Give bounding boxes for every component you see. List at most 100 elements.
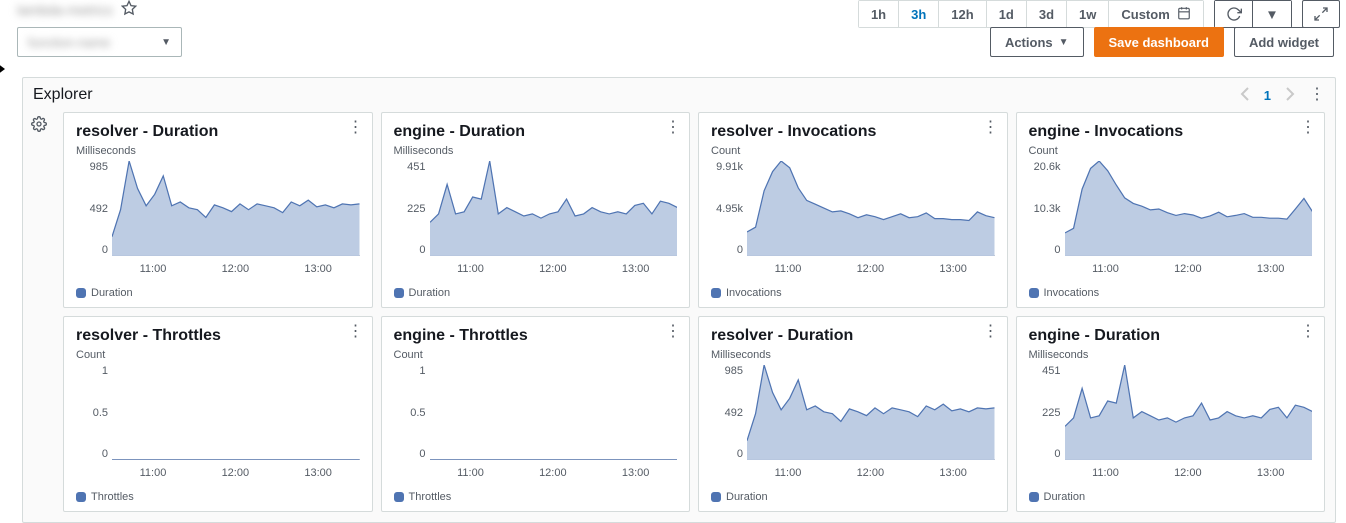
chart-widget: engine - Throttles⋮Count10.5011:0012:001… (381, 316, 691, 512)
gear-icon[interactable] (31, 116, 47, 135)
legend-label: Invocations (1044, 287, 1100, 299)
widget-kebab-icon[interactable]: ⋮ (1300, 327, 1316, 337)
chart-svg (430, 365, 678, 460)
widget-unit: Milliseconds (1029, 349, 1313, 361)
widget-unit: Count (76, 349, 360, 361)
legend-swatch (394, 492, 404, 502)
y-tick: 451 (407, 161, 425, 173)
pager-prev[interactable] (1240, 87, 1250, 104)
caret-down-icon: ▼ (161, 37, 171, 48)
y-tick: 0 (737, 244, 743, 256)
y-axis: 9854920 (76, 161, 112, 256)
x-tick: 12:00 (1174, 467, 1202, 479)
legend-swatch (1029, 288, 1039, 298)
widget-unit: Count (1029, 145, 1313, 157)
explorer-panel: Explorer 1 ⋮ resolver - Duration⋮Millise… (22, 77, 1336, 523)
x-axis: 11:0012:0013:00 (747, 261, 995, 275)
y-tick: 20.6k (1034, 161, 1061, 173)
add-widget-button[interactable]: Add widget (1234, 27, 1334, 57)
y-tick: 492 (725, 407, 743, 419)
plot (1065, 365, 1313, 460)
y-tick: 1 (102, 365, 108, 377)
range-1d[interactable]: 1d (987, 1, 1027, 27)
x-tick: 12:00 (539, 263, 567, 275)
time-range-group: 1h3h12h1d3d1wCustom (858, 0, 1204, 28)
y-tick: 985 (90, 161, 108, 173)
x-tick: 13:00 (304, 263, 332, 275)
y-tick: 0.5 (93, 407, 108, 419)
widget-kebab-icon[interactable]: ⋮ (983, 327, 999, 337)
range-3h[interactable]: 3h (899, 1, 939, 27)
x-tick: 11:00 (1092, 467, 1119, 479)
x-tick: 12:00 (857, 467, 885, 479)
widget-kebab-icon[interactable]: ⋮ (348, 123, 364, 133)
widget-unit: Milliseconds (394, 145, 678, 157)
widget-kebab-icon[interactable]: ⋮ (348, 327, 364, 337)
range-3d[interactable]: 3d (1027, 1, 1067, 27)
x-tick: 12:00 (222, 467, 250, 479)
widget-title: engine - Throttles (394, 327, 678, 345)
legend-label: Throttles (91, 491, 134, 503)
legend: Invocations (1029, 287, 1313, 299)
legend-swatch (76, 288, 86, 298)
x-tick: 12:00 (1174, 263, 1202, 275)
chart-svg (1065, 161, 1313, 256)
y-tick: 492 (90, 203, 108, 215)
chart-svg (430, 161, 678, 256)
controls-row: function-name ▼ Actions ▼ Save dashboard… (0, 27, 1346, 59)
x-tick: 13:00 (622, 467, 650, 479)
chart-area: 4512250 (394, 161, 678, 261)
x-axis: 11:00 12:00 13:00 (1065, 465, 1313, 479)
drag-handle-icon[interactable] (0, 63, 5, 75)
chart-widget: engine - Invocations⋮Count20.6k10.3k011:… (1016, 112, 1326, 308)
y-tick: 0 (419, 448, 425, 460)
top-bar: lambda-metrics 1h3h12h1d3d1wCustom ▼ (0, 0, 1346, 27)
chart-widget: engine - Duration⋮ Milliseconds 4512250 11:… (381, 112, 691, 308)
x-axis: 11:0012:0013:00 (1065, 261, 1313, 275)
calendar-icon (1177, 6, 1191, 23)
x-tick: 13:00 (1257, 467, 1285, 479)
widget-kebab-icon[interactable]: ⋮ (983, 123, 999, 133)
widget-kebab-icon[interactable]: ⋮ (1300, 123, 1316, 133)
range-1w[interactable]: 1w (1067, 1, 1109, 27)
widget-kebab-icon[interactable]: ⋮ (665, 123, 681, 133)
legend-swatch (711, 492, 721, 502)
y-axis: 9854920 (711, 365, 747, 460)
legend-label: Invocations (726, 287, 782, 299)
refresh-dropdown[interactable]: ▼ (1253, 1, 1291, 27)
legend: Duration (76, 287, 360, 299)
x-tick: 11:00 (457, 263, 484, 275)
y-tick: 4.95k (716, 203, 743, 215)
actions-button[interactable]: Actions ▼ (990, 27, 1084, 57)
plot (430, 161, 678, 256)
y-tick: 451 (1042, 365, 1060, 377)
save-dashboard-button[interactable]: Save dashboard (1094, 27, 1224, 57)
plot (112, 161, 360, 256)
plot (430, 365, 678, 460)
x-tick: 11:00 (140, 263, 167, 275)
chart-svg (112, 365, 360, 460)
chart-area: 10.50 (76, 365, 360, 465)
widget-title: engine - Duration (394, 123, 678, 141)
chart-widget: engine - Duration⋮Milliseconds451225011:… (1016, 316, 1326, 512)
maximize-button[interactable] (1302, 0, 1340, 28)
legend: Throttles (76, 491, 360, 503)
function-dropdown[interactable]: function-name ▼ (17, 27, 182, 57)
range-12h[interactable]: 12h (939, 1, 986, 27)
legend-label: Duration (1044, 491, 1086, 503)
legend-swatch (76, 492, 86, 502)
widget-kebab-icon[interactable]: ⋮ (665, 327, 681, 337)
refresh-button[interactable] (1215, 1, 1253, 27)
widget-unit: Milliseconds (711, 349, 995, 361)
chevron-down-icon: ▼ (1265, 7, 1278, 22)
widget-title: resolver - Invocations (711, 123, 995, 141)
x-tick: 13:00 (1257, 263, 1285, 275)
legend-label: Throttles (409, 491, 452, 503)
legend-swatch (394, 288, 404, 298)
pager-next[interactable] (1285, 87, 1295, 104)
range-custom[interactable]: Custom (1109, 1, 1203, 27)
range-1h[interactable]: 1h (859, 1, 899, 27)
star-icon[interactable] (121, 0, 137, 19)
kebab-menu-icon[interactable]: ⋮ (1309, 90, 1325, 100)
legend: Duration (1029, 491, 1313, 503)
